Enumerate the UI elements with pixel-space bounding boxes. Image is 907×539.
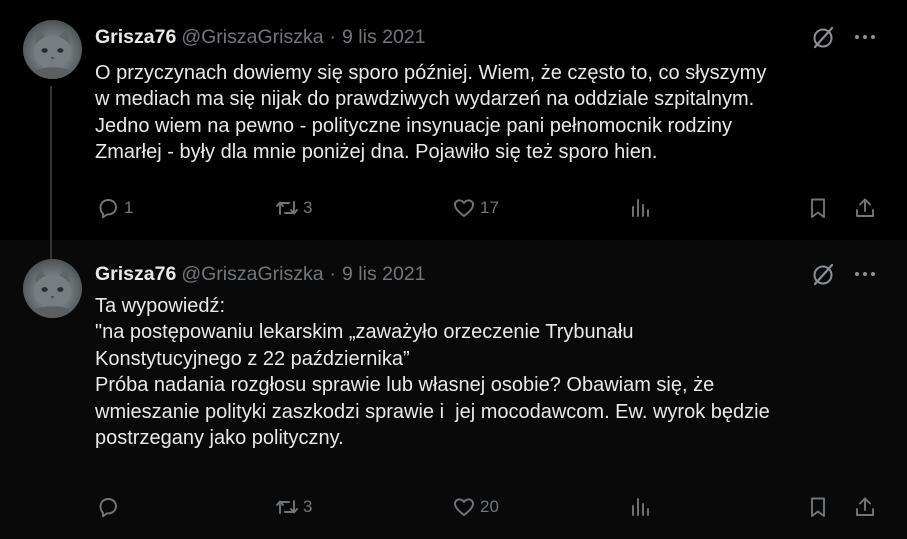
reply-button[interactable]: 1 — [96, 193, 133, 223]
tweet-text: Ta wypowiedź: "na postępowaniu lekarskim… — [95, 295, 770, 450]
bookmark-icon — [811, 497, 825, 517]
like-count: 17 — [480, 198, 499, 217]
like-count: 20 — [480, 497, 499, 516]
like-button[interactable]: 20 — [452, 492, 499, 522]
views-button[interactable] — [628, 492, 652, 522]
tweet-date[interactable]: 9 lis 2021 — [342, 263, 425, 286]
tweet-actions: 1 3 17 — [0, 193, 907, 223]
cat-avatar-icon — [28, 266, 77, 318]
retweet-count: 3 — [303, 497, 313, 516]
share-icon — [856, 497, 874, 516]
retweet-icon — [276, 500, 298, 514]
share-icon — [856, 198, 874, 217]
avatar[interactable] — [23, 259, 82, 318]
tweet-header: Grisza76 @GriszaGriszka · 9 lis 2021 — [95, 24, 426, 50]
views-icon — [632, 498, 649, 516]
bookmark-button[interactable] — [806, 492, 830, 522]
more-icon[interactable] — [852, 24, 878, 50]
share-button[interactable] — [853, 193, 877, 223]
heart-icon — [454, 498, 474, 516]
bookmark-button[interactable] — [806, 193, 830, 223]
grok-icon[interactable] — [810, 24, 836, 50]
thread-line — [50, 240, 52, 259]
retweet-button[interactable]: 3 — [275, 193, 312, 223]
tweet-header: Grisza76 @GriszaGriszka · 9 lis 2021 — [95, 261, 426, 287]
tweet[interactable]: Grisza76 @GriszaGriszka · 9 lis 2021 O p… — [0, 0, 907, 240]
grok-icon[interactable] — [810, 261, 836, 287]
reply-icon — [99, 199, 117, 219]
tweet-date[interactable]: 9 lis 2021 — [342, 26, 425, 49]
heart-icon — [454, 199, 474, 217]
author-handle[interactable]: @GriszaGriszka — [181, 26, 323, 49]
author-name[interactable]: Grisza76 — [95, 263, 176, 286]
more-icon[interactable] — [852, 261, 878, 287]
reply-count: 1 — [124, 198, 134, 217]
tweet[interactable]: Grisza76 @GriszaGriszka · 9 lis 2021 Ta … — [0, 240, 907, 539]
retweet-icon — [276, 201, 298, 215]
views-button[interactable] — [628, 193, 652, 223]
author-name[interactable]: Grisza76 — [95, 26, 176, 49]
tweet-actions: 3 20 — [0, 492, 907, 522]
share-button[interactable] — [853, 492, 877, 522]
like-button[interactable]: 17 — [452, 193, 499, 223]
views-icon — [632, 199, 649, 217]
reply-icon — [99, 498, 117, 518]
retweet-count: 3 — [303, 198, 313, 217]
reply-button[interactable] — [96, 492, 124, 522]
cat-avatar-icon — [28, 27, 77, 79]
tweet-text: O przyczynach dowiemy się sporo później.… — [95, 62, 767, 164]
bookmark-icon — [811, 198, 825, 218]
retweet-button[interactable]: 3 — [275, 492, 312, 522]
avatar[interactable] — [23, 20, 82, 79]
separator: · — [329, 25, 337, 48]
separator: · — [329, 262, 337, 285]
author-handle[interactable]: @GriszaGriszka — [181, 263, 323, 286]
